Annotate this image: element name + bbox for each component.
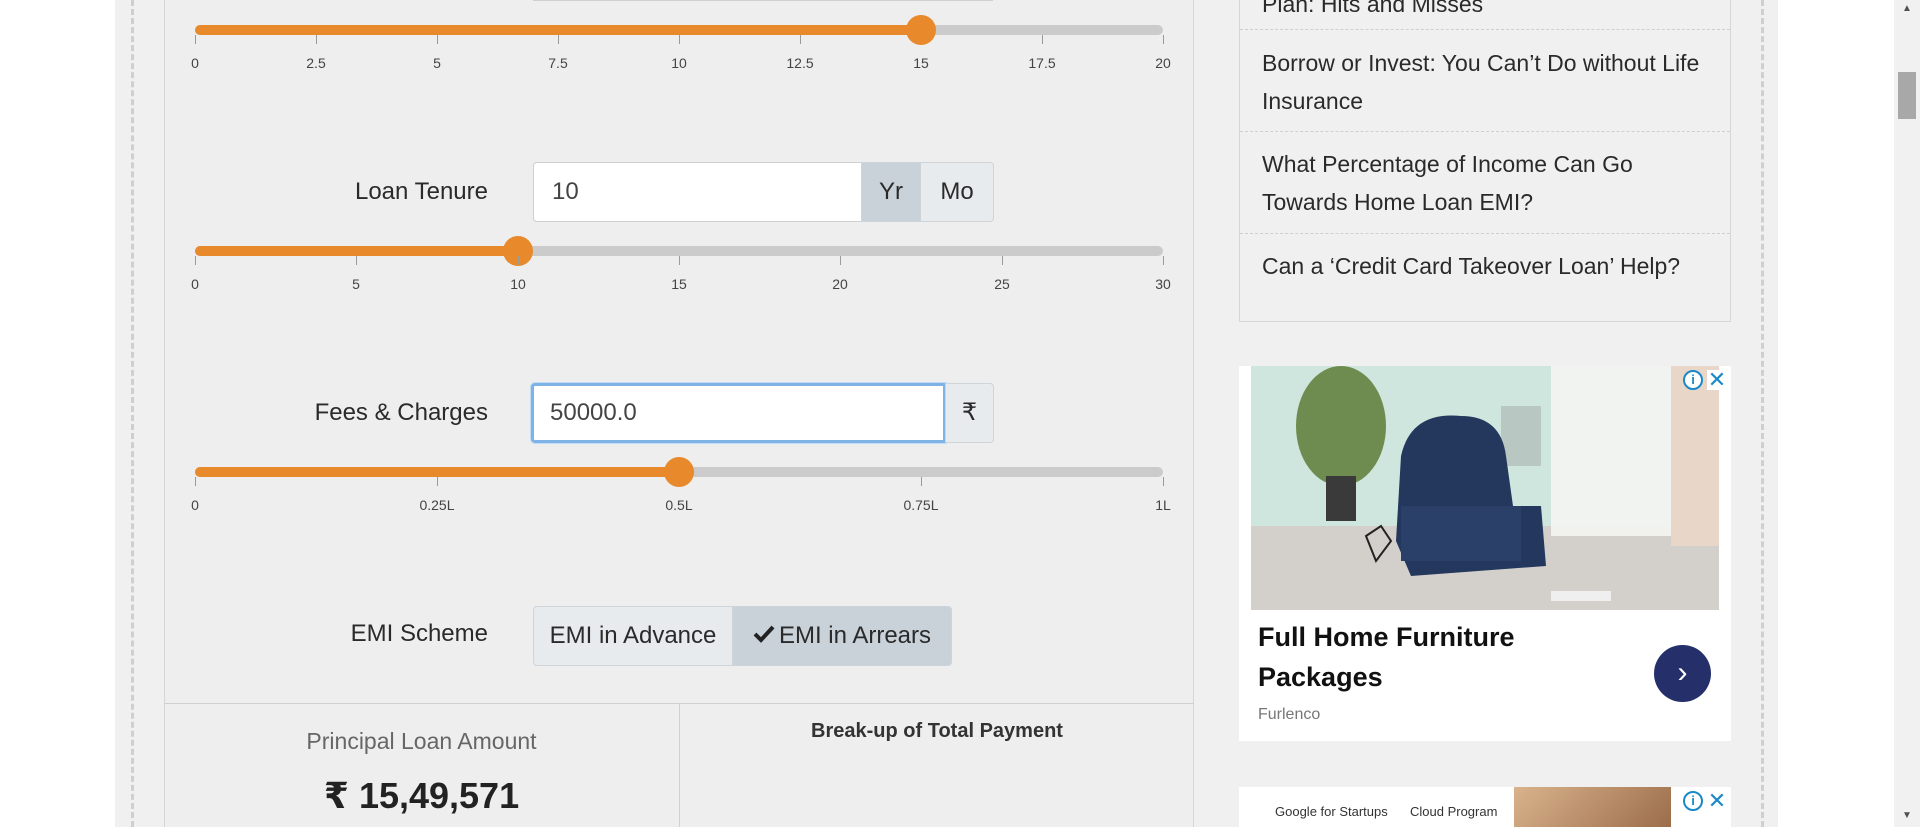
slider-tick bbox=[1042, 35, 1043, 44]
slider-tick-label: 17.5 bbox=[1028, 55, 1056, 71]
loan-tenure-slider-fill bbox=[195, 246, 518, 256]
slider-tick-label: 15 bbox=[913, 55, 929, 71]
breakup-title: Break-up of Total Payment bbox=[811, 720, 1063, 742]
slider-tick-label: 20 bbox=[832, 276, 848, 292]
emi-scheme-label: EMI Scheme bbox=[350, 620, 488, 647]
slider-tick-label: 0.5L bbox=[665, 497, 693, 513]
ad-headline[interactable]: Full Home Furniture Packages bbox=[1258, 617, 1588, 697]
article-link-credit-card-takeover[interactable]: Can a ‘Credit Card Takeover Loan’ Help? bbox=[1240, 247, 1730, 285]
article-link-life-insurance[interactable]: Borrow or Invest: You Can’t Do without L… bbox=[1240, 44, 1730, 120]
ad-close-icon[interactable]: ✕ bbox=[1707, 790, 1727, 812]
emi-in-advance-button[interactable]: EMI in Advance bbox=[533, 606, 733, 666]
interest-rate-slider-fill bbox=[195, 25, 921, 35]
fees-charges-slider-fill bbox=[195, 467, 679, 477]
google-for-startups-text: Google for Startups bbox=[1275, 804, 1388, 819]
slider-tick-label: 0 bbox=[191, 55, 199, 71]
principal-loan-amount-value: ₹ 15,49,571 bbox=[323, 775, 520, 816]
slider-tick bbox=[518, 256, 519, 265]
slider-tick bbox=[1163, 477, 1164, 486]
ad-info-icon[interactable]: i bbox=[1683, 370, 1703, 390]
slider-tick bbox=[316, 35, 317, 44]
slider-tick bbox=[679, 477, 680, 486]
slider-tick bbox=[921, 477, 922, 486]
slider-tick-label: 5 bbox=[433, 55, 441, 71]
slider-tick bbox=[356, 256, 357, 265]
slider-tick bbox=[921, 35, 922, 44]
principal-loan-amount-label: Principal Loan Amount bbox=[306, 728, 537, 754]
dashed-border-right bbox=[1761, 0, 1764, 827]
slider-tick-label: 12.5 bbox=[786, 55, 814, 71]
scrollbar-thumb[interactable] bbox=[1898, 72, 1916, 119]
tenure-unit-year-button[interactable]: Yr bbox=[861, 162, 921, 222]
slider-tick-label: 10 bbox=[671, 55, 687, 71]
article-link-income-percentage[interactable]: What Percentage of Income Can Go Towards… bbox=[1240, 145, 1730, 221]
fees-charges-label: Fees & Charges bbox=[314, 399, 488, 426]
page-scrollbar[interactable]: ▲ ▼ bbox=[1894, 0, 1920, 827]
article-separator bbox=[1240, 29, 1730, 30]
slider-tick-label: 0.75L bbox=[903, 497, 939, 513]
loan-tenure-label: Loan Tenure bbox=[354, 178, 488, 205]
loan-tenure-slider[interactable] bbox=[195, 236, 1163, 266]
slider-tick bbox=[1163, 35, 1164, 44]
slider-tick bbox=[679, 35, 680, 44]
fees-currency-button[interactable]: ₹ bbox=[945, 383, 994, 443]
slider-tick-label: 5 bbox=[352, 276, 360, 292]
scroll-down-arrow-icon[interactable]: ▼ bbox=[1894, 807, 1920, 825]
furniture-ad[interactable]: Full Home Furniture Packages Furlenco › … bbox=[1239, 366, 1731, 741]
slider-tick bbox=[800, 35, 801, 44]
slider-tick bbox=[840, 256, 841, 265]
slider-tick-label: 2.5 bbox=[306, 55, 326, 71]
slider-tick-label: 25 bbox=[994, 276, 1010, 292]
slider-tick bbox=[437, 477, 438, 486]
slider-tick bbox=[1002, 256, 1003, 265]
tenure-unit-month-button[interactable]: Mo bbox=[920, 162, 994, 222]
slider-tick-label: 20 bbox=[1155, 55, 1171, 71]
article-link-partial[interactable]: Plan: Hits and Misses bbox=[1240, 0, 1730, 23]
cloud-program-text: Cloud Program bbox=[1410, 804, 1498, 819]
loan-tenure-input[interactable]: 10 bbox=[533, 162, 862, 222]
ad-close-icon[interactable]: ✕ bbox=[1707, 369, 1727, 391]
fees-charges-input[interactable]: 50000.0 bbox=[531, 383, 946, 443]
startup-ad[interactable]: Google for Startups Cloud Program i ✕ bbox=[1239, 787, 1731, 827]
slider-tick-label: 10 bbox=[510, 276, 526, 292]
slider-tick bbox=[558, 35, 559, 44]
slider-tick bbox=[679, 256, 680, 265]
fees-charges-slider[interactable] bbox=[195, 457, 1163, 487]
slider-tick-label: 30 bbox=[1155, 276, 1171, 292]
recliner-photo[interactable] bbox=[1251, 366, 1719, 610]
ad-info-icon[interactable]: i bbox=[1683, 791, 1703, 811]
article-separator bbox=[1240, 233, 1730, 234]
scroll-up-arrow-icon[interactable]: ▲ bbox=[1894, 0, 1920, 18]
interest-rate-input-bottom[interactable] bbox=[533, 0, 993, 1]
slider-tick bbox=[195, 256, 196, 265]
slider-tick-label: 0 bbox=[191, 497, 199, 513]
emi-in-arrears-button[interactable]: EMI in Arrears bbox=[732, 606, 952, 666]
slider-tick-label: 1L bbox=[1155, 497, 1171, 513]
ad-brand[interactable]: Furlenco bbox=[1258, 706, 1320, 724]
slider-tick-label: 7.5 bbox=[548, 55, 568, 71]
slider-tick-label: 0 bbox=[191, 276, 199, 292]
slider-tick bbox=[195, 477, 196, 486]
slider-tick-label: 15 bbox=[671, 276, 687, 292]
slider-tick bbox=[437, 35, 438, 44]
slider-tick bbox=[1163, 256, 1164, 265]
slider-tick bbox=[195, 35, 196, 44]
checkmark-icon bbox=[753, 607, 775, 665]
article-separator bbox=[1240, 131, 1730, 132]
ad-thumbnail-image bbox=[1514, 787, 1671, 827]
slider-tick-label: 0.25L bbox=[419, 497, 455, 513]
chevron-right-icon[interactable]: › bbox=[1654, 645, 1711, 702]
interest-rate-slider[interactable] bbox=[195, 15, 1163, 45]
emi-in-arrears-label: EMI in Arrears bbox=[778, 622, 932, 649]
